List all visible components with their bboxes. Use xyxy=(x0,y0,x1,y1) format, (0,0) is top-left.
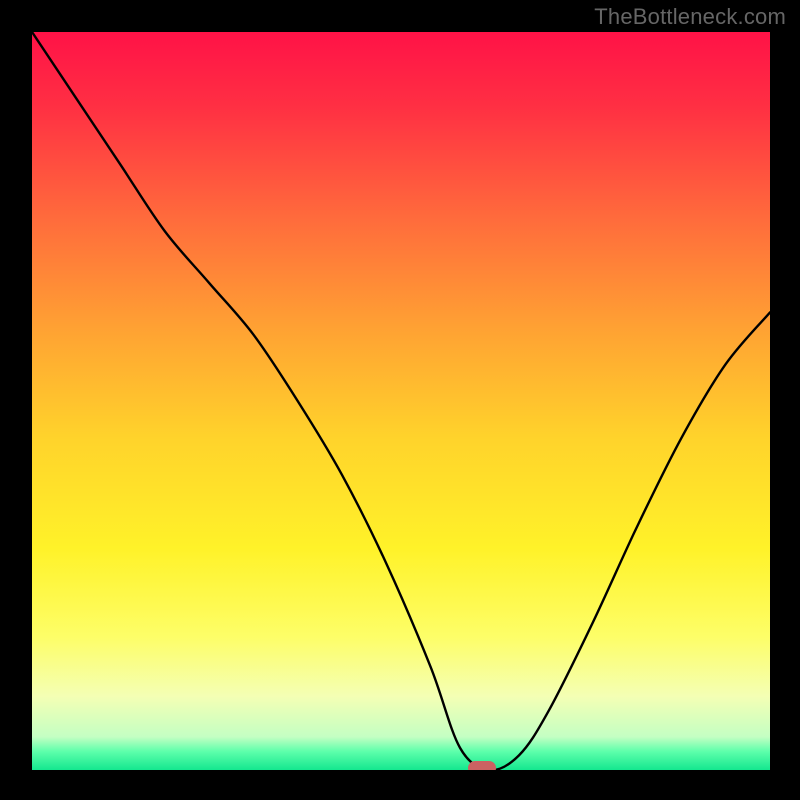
gradient-background xyxy=(32,32,770,770)
plot-svg xyxy=(32,32,770,770)
chart-frame: TheBottleneck.com xyxy=(0,0,800,800)
plot-area xyxy=(32,32,770,770)
optimal-marker xyxy=(468,761,496,770)
watermark-label: TheBottleneck.com xyxy=(594,4,786,30)
